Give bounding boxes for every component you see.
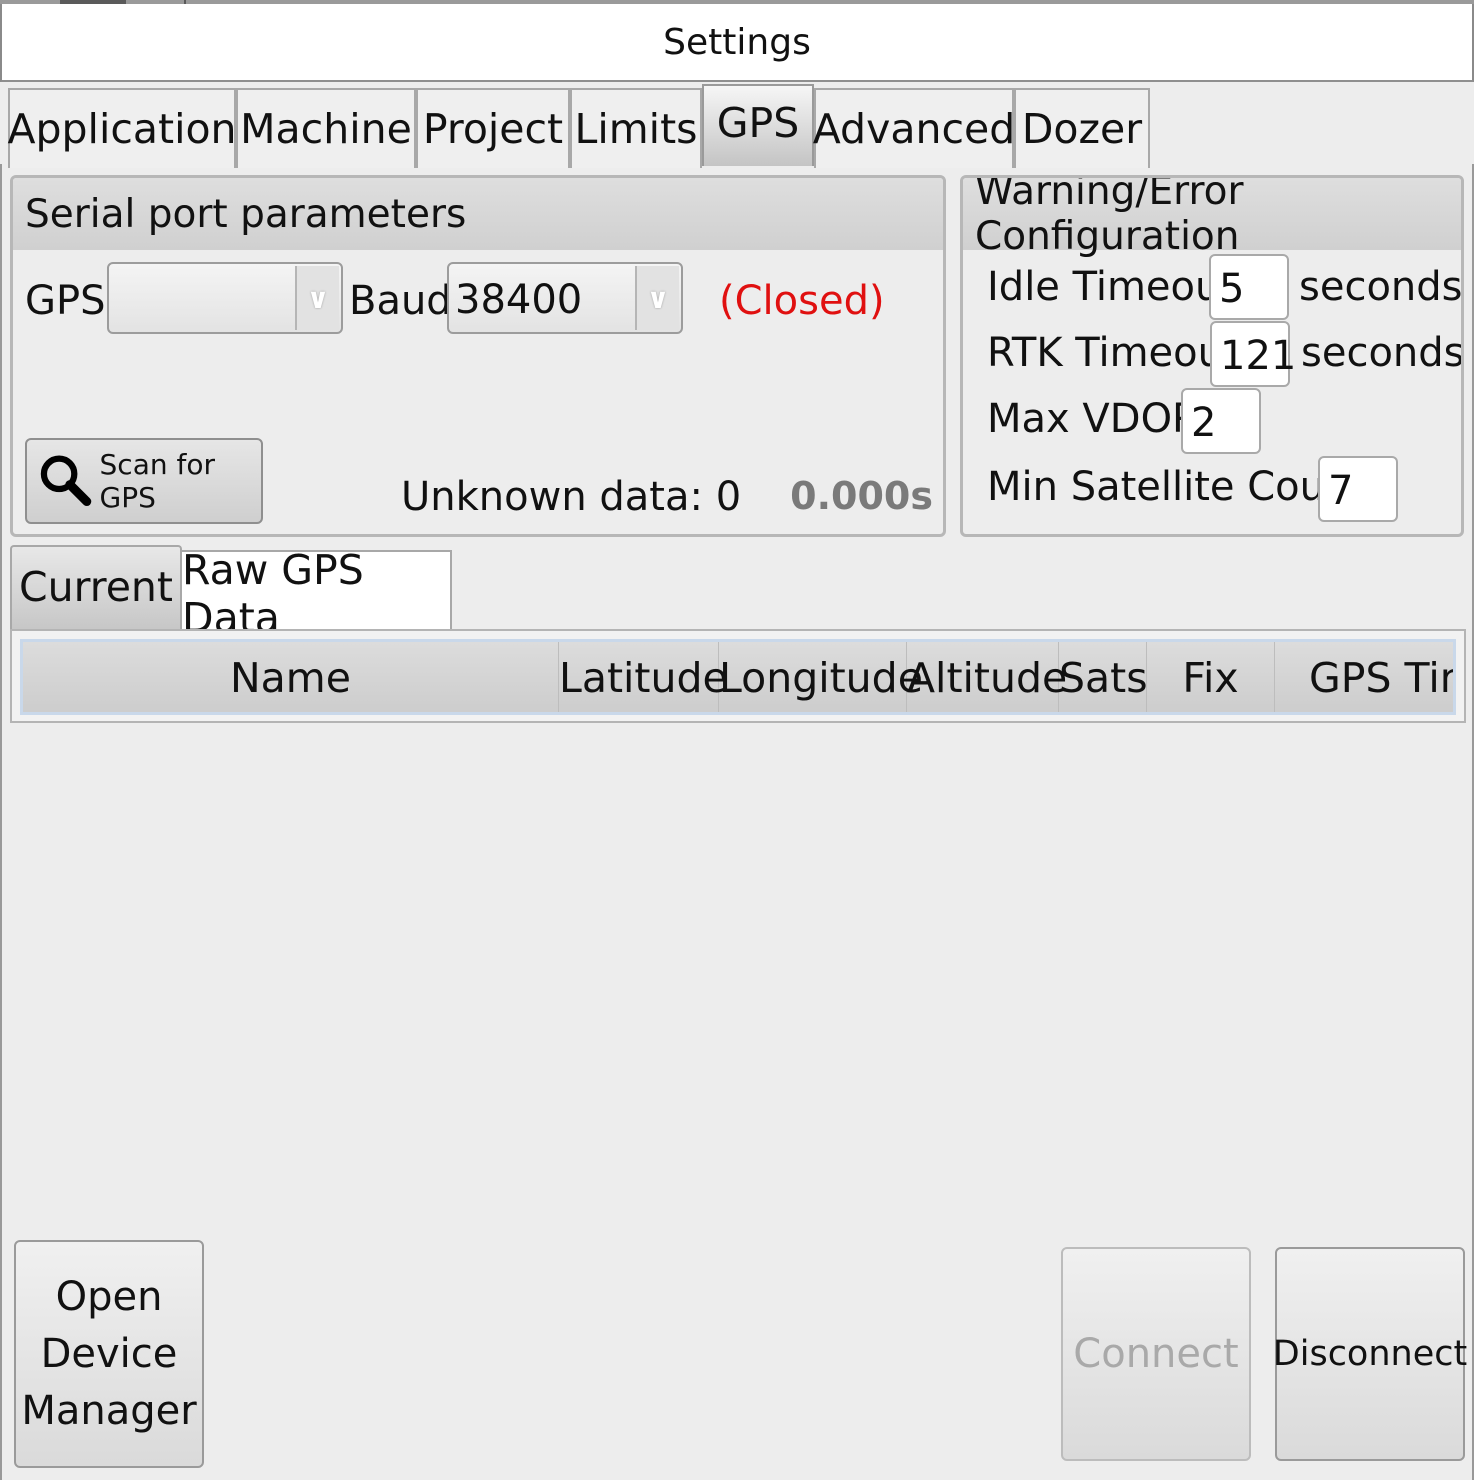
elapsed-time: 0.000s — [790, 474, 933, 518]
column-header-gps-time[interactable]: GPS Time — [1275, 642, 1453, 712]
baud-combo[interactable]: 38400 ∨ — [447, 262, 683, 334]
tab-label: Limits — [574, 105, 698, 153]
max-vdop-input[interactable]: 2 — [1181, 388, 1261, 454]
tab-label: Project — [422, 105, 564, 153]
button-label-line: Open — [55, 1273, 163, 1320]
rtk-timeout-input[interactable]: 121 — [1210, 321, 1296, 387]
open-device-manager-button[interactable]: Open Device Manager — [14, 1240, 204, 1468]
column-header-name[interactable]: Name — [23, 642, 559, 712]
min-satellite-label: Min Satellite Count — [987, 464, 1367, 510]
tab-label: GPS — [716, 99, 800, 147]
max-vdop-label: Max VDOP — [987, 396, 1197, 442]
column-header-fix[interactable]: Fix — [1147, 642, 1275, 712]
connect-label: Connect — [1073, 1331, 1239, 1377]
tab-label: Machine — [240, 105, 412, 153]
tab-gps[interactable]: GPS — [702, 84, 814, 166]
scan-button-label: Scan for GPS — [99, 448, 216, 514]
disconnect-label: Disconnect — [1272, 1334, 1468, 1374]
grid-header-row: Name Latitude Longitude Altitude Sats Fi… — [20, 639, 1456, 715]
unknown-data-counter: Unknown data: 0 — [401, 474, 742, 520]
tab-project[interactable]: Project — [416, 88, 570, 168]
subtab-label: Current — [19, 563, 173, 611]
tab-application[interactable]: Application — [7, 88, 237, 168]
warning-group-title: Warning/Error Configuration — [975, 175, 1244, 259]
tab-label: Advanced — [812, 105, 1016, 153]
tab-label: Application — [7, 105, 237, 153]
warning-config-group: Warning/Error Configuration Idle Timeout… — [960, 175, 1464, 537]
serial-port-group: Serial port parameters GPS ∨ Baud: 38400… — [10, 175, 946, 537]
serial-group-title: Serial port parameters — [25, 191, 467, 237]
button-label-line: Device — [40, 1330, 178, 1377]
window-title: Settings — [663, 21, 811, 63]
scan-for-gps-button[interactable]: Scan for GPS — [25, 438, 263, 524]
connection-status: (Closed) — [719, 278, 885, 324]
chevron-down-icon[interactable]: ∨ — [295, 266, 339, 330]
gps-data-grid: Name Latitude Longitude Altitude Sats Fi… — [10, 629, 1466, 723]
subtab-current[interactable]: Current — [10, 545, 182, 631]
tab-limits[interactable]: Limits — [570, 88, 702, 168]
button-label-line: Manager — [21, 1387, 197, 1434]
min-satellite-input[interactable]: 7 — [1318, 456, 1398, 522]
rtk-timeout-unit: seconds — [1301, 330, 1464, 376]
tab-machine[interactable]: Machine — [236, 88, 416, 168]
serial-group-header: Serial port parameters — [13, 178, 943, 250]
baud-value: 38400 — [455, 277, 583, 323]
column-header-altitude[interactable]: Altitude — [907, 642, 1067, 712]
connect-button[interactable]: Connect — [1061, 1247, 1251, 1461]
column-header-latitude[interactable]: Latitude — [559, 642, 728, 712]
tab-dozer[interactable]: Dozer — [1014, 88, 1150, 168]
subtab-label: Raw GPS Data — [182, 546, 364, 642]
rtk-timeout-label: RTK Timeout — [987, 330, 1239, 376]
subtab-raw-gps-data[interactable]: Raw GPS Data — [180, 546, 452, 642]
chevron-down-icon[interactable]: ∨ — [635, 266, 679, 330]
gps-port-combo[interactable]: ∨ — [107, 262, 343, 334]
tab-label: Dozer — [1021, 105, 1143, 153]
column-header-longitude[interactable]: Longitude — [719, 642, 923, 712]
gps-port-label: GPS — [25, 278, 106, 324]
search-icon — [40, 455, 92, 507]
window-title-bar: Settings — [0, 4, 1474, 82]
column-header-sats[interactable]: Sats — [1059, 642, 1148, 712]
idle-timeout-input[interactable]: 5 — [1209, 254, 1289, 320]
idle-timeout-label: Idle Timeout — [987, 264, 1237, 310]
idle-timeout-unit: seconds — [1299, 264, 1463, 310]
tab-advanced[interactable]: Advanced — [812, 88, 1016, 168]
disconnect-button[interactable]: Disconnect — [1272, 1247, 1468, 1461]
warning-group-header: Warning/Error Configuration — [963, 178, 1461, 259]
